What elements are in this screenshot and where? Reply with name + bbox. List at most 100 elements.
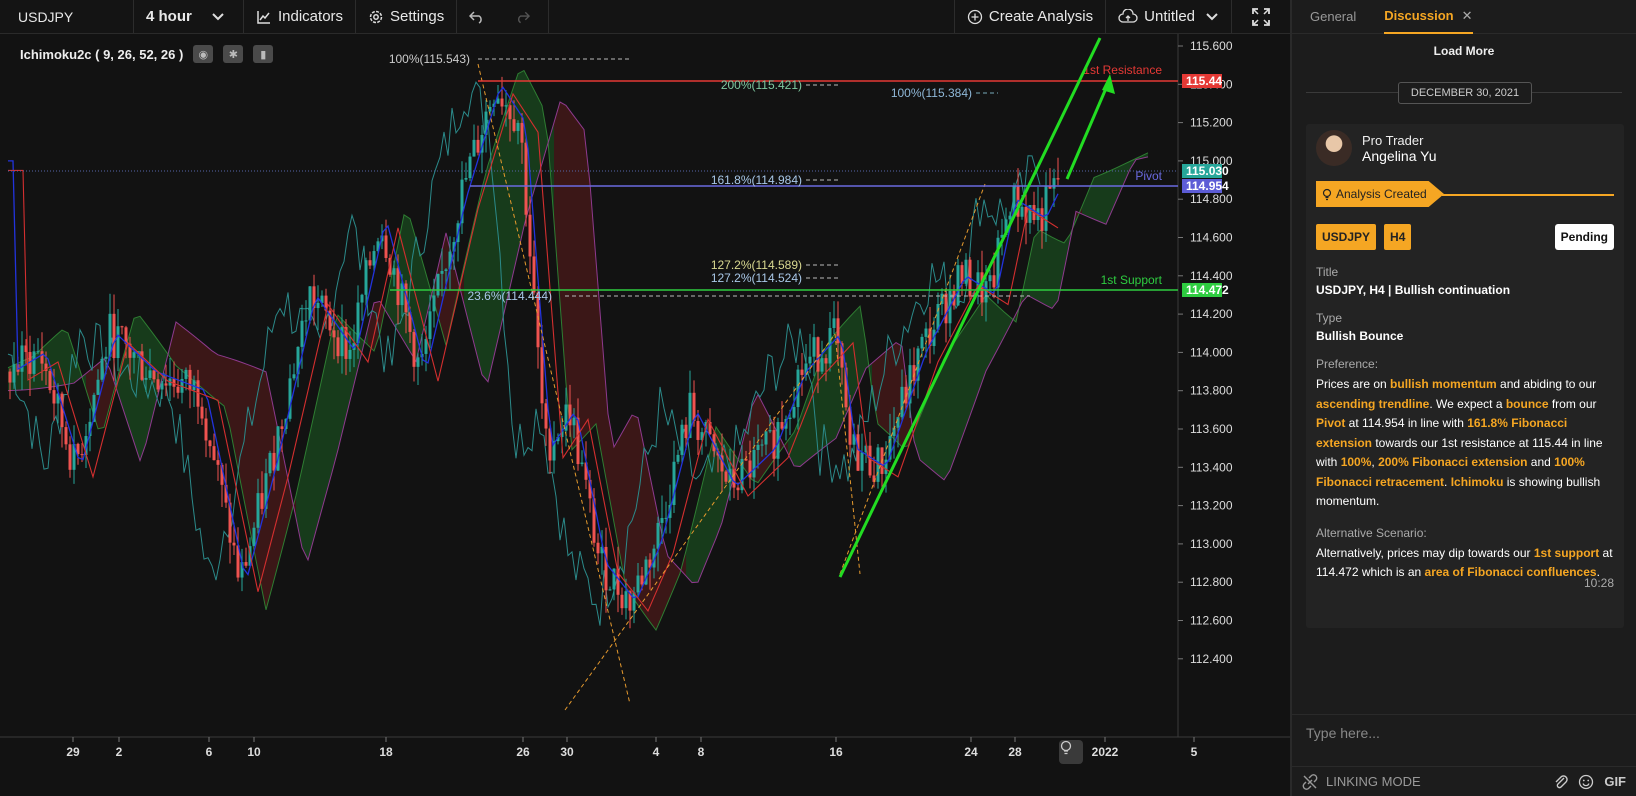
- lightbulb-button[interactable]: [1059, 740, 1083, 764]
- candle: [868, 431, 872, 478]
- candle: [116, 308, 120, 372]
- ichimoku-cloud-segment: [506, 91, 512, 305]
- type-value: Bullish Bounce: [1316, 329, 1404, 343]
- ichimoku-cloud-segment: [200, 340, 206, 392]
- top-toolbar: USDJPY 4 hour Indicators Settings Create…: [0, 0, 1290, 34]
- ascending-trendline: [838, 37, 1102, 578]
- y-tick-label: 112.800: [1190, 575, 1233, 589]
- candle: [112, 294, 116, 381]
- candle: [996, 230, 1000, 304]
- eye-icon[interactable]: ◉: [193, 45, 214, 63]
- candle: [168, 358, 172, 402]
- candle: [184, 367, 188, 391]
- candle: [436, 273, 440, 298]
- layout-selector[interactable]: Untitled: [1106, 0, 1232, 33]
- ichimoku-cloud-segment: [956, 330, 962, 455]
- chart-line-icon: [257, 10, 270, 24]
- ichimoku-cloud-segment: [932, 373, 938, 475]
- chart-canvas: 115.600115.400115.200115.000114.800114.6…: [0, 34, 1290, 759]
- status-label: Analysis Created: [1336, 187, 1427, 201]
- x-tick-label: 6: [206, 745, 213, 759]
- fib-label: 23.6%(114.444): [467, 289, 552, 303]
- ichimoku-cloud-segment: [1034, 230, 1040, 303]
- ichimoku-cloud-segment: [86, 368, 92, 410]
- candle: [12, 342, 16, 389]
- y-tick-label: 115.600: [1190, 39, 1233, 53]
- fib-label: 200%(115.421): [721, 78, 802, 92]
- y-tick-label: 114.800: [1190, 192, 1233, 206]
- svg-text:115.030: 115.030: [1186, 164, 1229, 178]
- paperclip-icon[interactable]: [1554, 774, 1569, 790]
- candle: [1032, 191, 1036, 225]
- tab-discussion[interactable]: Discussion ✕: [1384, 0, 1473, 34]
- status-badge: Analysis Created: [1316, 181, 1444, 207]
- ichimoku-cloud-segment: [482, 165, 488, 382]
- y-tick-label: 114.600: [1190, 231, 1233, 245]
- settings-button[interactable]: Settings: [356, 0, 458, 33]
- symbol-selector[interactable]: USDJPY: [0, 0, 134, 33]
- ichimoku-cloud-segment: [686, 526, 692, 583]
- y-tick-label: 115.200: [1190, 116, 1233, 130]
- svg-text:114.954: 114.954: [1186, 179, 1229, 193]
- interval-selector[interactable]: 4 hour: [134, 0, 244, 33]
- candle: [268, 450, 272, 477]
- candle: [316, 285, 320, 331]
- ichimoku-cloud-segment: [1118, 164, 1124, 197]
- candle: [812, 323, 816, 377]
- date-pill: DECEMBER 30, 2021: [1398, 82, 1532, 104]
- fib-label: 127.2%(114.524): [711, 271, 802, 285]
- x-tick-label: 28: [1008, 745, 1022, 759]
- ichimoku-cloud-segment: [986, 294, 992, 371]
- price-chart[interactable]: Ichimoku2c ( 9, 26, 52, 26 ) ◉ ✱ ▮ 115.6…: [0, 34, 1290, 796]
- ichimoku-cloud-segment: [446, 232, 452, 346]
- candle: [524, 138, 528, 227]
- ichimoku-cloud-segment: [1040, 230, 1046, 306]
- ichimoku-cloud-segment: [194, 336, 200, 387]
- redo-button[interactable]: [503, 0, 550, 33]
- gear-icon[interactable]: ✱: [223, 45, 244, 63]
- author-name: Angelina Yu: [1362, 147, 1437, 164]
- candle: [176, 368, 180, 399]
- candle: [608, 586, 612, 591]
- ichimoku-cloud-segment: [950, 339, 956, 471]
- ichimoku-cloud-segment: [518, 70, 524, 253]
- ichimoku-cloud-segment: [302, 441, 308, 560]
- ichimoku-cloud-segment: [1052, 237, 1058, 309]
- message-input[interactable]: [1306, 725, 1606, 741]
- candle: [964, 253, 968, 287]
- tab-general[interactable]: General: [1310, 0, 1356, 34]
- price-tag: 114.954: [1182, 179, 1229, 193]
- create-analysis-button[interactable]: Create Analysis: [955, 0, 1107, 33]
- bottom-bar: LINKING MODE GIF: [1292, 766, 1636, 796]
- indicators-button[interactable]: Indicators: [244, 0, 357, 33]
- price-tag: 114.472: [1182, 283, 1229, 297]
- linking-mode-label[interactable]: LINKING MODE: [1326, 774, 1421, 789]
- x-tick-label: 4: [653, 745, 660, 759]
- candle: [368, 251, 372, 269]
- author-role: Pro Trader: [1362, 132, 1424, 148]
- fullscreen-button[interactable]: [1232, 0, 1290, 33]
- candle: [488, 100, 492, 115]
- x-tick-label: 24: [964, 745, 978, 759]
- ichimoku-cloud-segment: [968, 313, 974, 422]
- ichimoku-cloud-segment: [368, 302, 374, 351]
- timeframe-tag: H4: [1384, 224, 1412, 250]
- candle: [828, 311, 832, 372]
- support-label: 1st Support: [1101, 273, 1163, 287]
- candle: [956, 258, 960, 306]
- gif-button[interactable]: GIF: [1604, 774, 1626, 789]
- type-label: Type: [1316, 311, 1343, 325]
- link-icon[interactable]: [1302, 773, 1318, 790]
- ichimoku-cloud-segment: [1046, 233, 1052, 309]
- close-icon[interactable]: ✕: [1462, 8, 1473, 24]
- emoji-icon[interactable]: [1578, 774, 1594, 790]
- author-row: Pro Trader Angelina Yu: [1316, 129, 1614, 167]
- candle: [208, 439, 212, 458]
- ichimoku-cloud-segment: [1106, 169, 1112, 225]
- load-more-button[interactable]: Load More: [1292, 44, 1636, 58]
- candle: [384, 219, 388, 263]
- trash-icon[interactable]: ▮: [253, 45, 274, 63]
- y-tick-label: 112.400: [1190, 652, 1233, 666]
- settings-label: Settings: [390, 8, 445, 25]
- undo-button[interactable]: [457, 0, 503, 33]
